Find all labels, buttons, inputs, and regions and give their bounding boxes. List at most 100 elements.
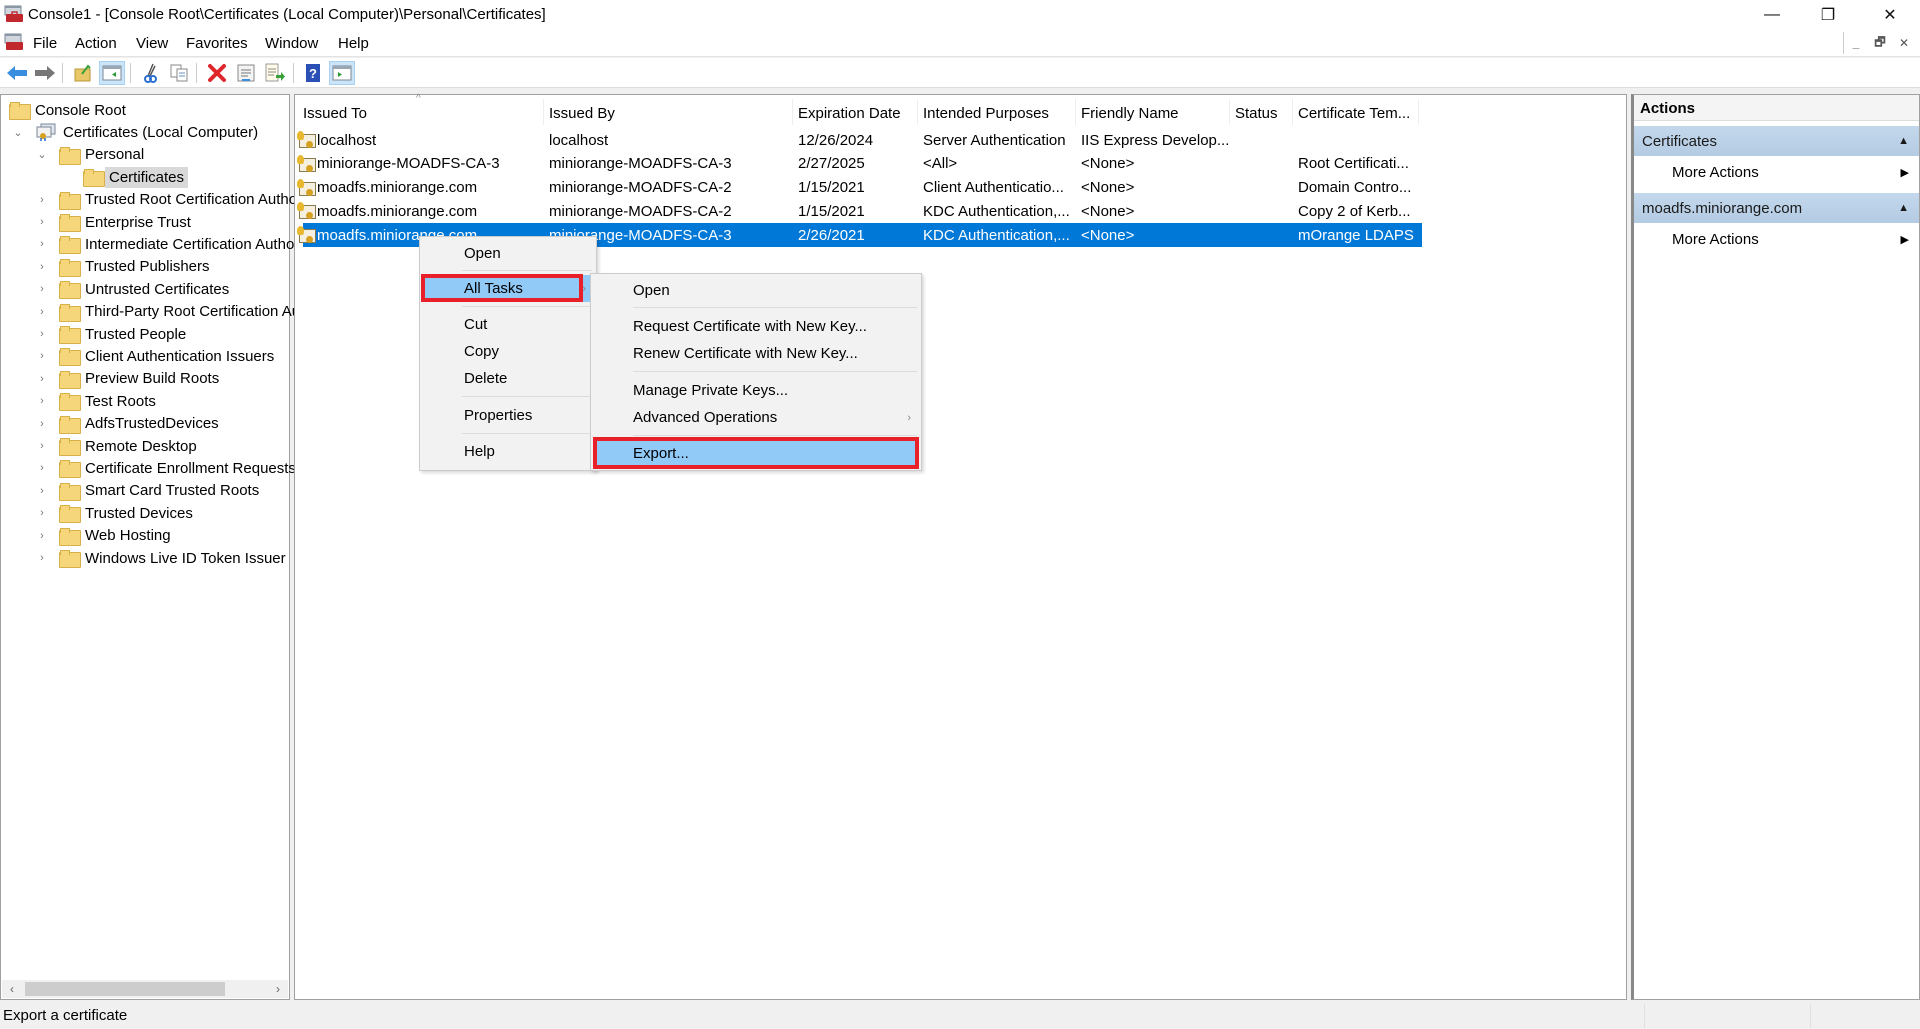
chevron-right-icon[interactable]: ›	[35, 283, 49, 295]
ctx-help[interactable]: Help	[422, 438, 594, 465]
tree-item[interactable]: › Trusted Root Certification Autho	[35, 189, 297, 211]
show-hide-console-tree-button[interactable]	[99, 61, 125, 85]
chevron-right-icon[interactable]: ›	[35, 328, 49, 340]
sub-advanced-operations[interactable]: Advanced Operations ›	[593, 404, 919, 431]
certificate-row[interactable]: localhost localhost 12/26/2024 Server Authe…	[297, 128, 1422, 152]
console-system-menu-icon[interactable]	[4, 33, 24, 51]
up-one-level-button[interactable]	[70, 61, 96, 85]
scroll-right-arrow[interactable]: ›	[268, 980, 288, 998]
sub-renew-cert-new-key[interactable]: Renew Certificate with New Key...	[593, 340, 919, 367]
child-restore-button[interactable]: 🗗	[1868, 32, 1892, 54]
actions-group-selected-cert[interactable]: moadfs.miniorange.com ▲	[1634, 193, 1919, 223]
column-header[interactable]: Intended Purposes	[923, 101, 1049, 125]
certificate-row[interactable]: moadfs.miniorange.com miniorange-MOADFS-C…	[297, 176, 1422, 200]
chevron-right-icon[interactable]: ›	[35, 507, 49, 519]
chevron-right-icon[interactable]: ›	[35, 373, 49, 385]
delete-button[interactable]	[204, 61, 230, 85]
chevron-right-icon[interactable]: ›	[35, 216, 49, 228]
chevron-right-icon[interactable]: ›	[35, 306, 49, 318]
tree-item[interactable]: › Third-Party Root Certification Au	[35, 301, 300, 323]
tree-item[interactable]: Console Root	[9, 99, 126, 121]
ctx-cut[interactable]: Cut	[422, 311, 594, 338]
certificate-row[interactable]: miniorange-MOADFS-CA-3 miniorange-MOADFS-…	[297, 152, 1422, 176]
ctx-delete[interactable]: Delete	[422, 365, 594, 392]
column-resize-handle[interactable]	[1292, 99, 1293, 125]
tree-item[interactable]: › Trusted People	[35, 323, 186, 345]
menu-favorites[interactable]: Favorites	[186, 35, 248, 52]
column-resize-handle[interactable]	[1418, 99, 1419, 125]
tree-item[interactable]: › Remote Desktop	[35, 435, 197, 457]
sub-request-cert-new-key[interactable]: Request Certificate with New Key...	[593, 313, 919, 340]
tree-item[interactable]: › Smart Card Trusted Roots	[35, 480, 259, 502]
tree-item[interactable]: › Web Hosting	[35, 525, 171, 547]
chevron-down-icon[interactable]: ⌄	[11, 126, 25, 139]
chevron-down-icon[interactable]: ⌄	[35, 148, 49, 161]
chevron-right-icon[interactable]: ›	[35, 395, 49, 407]
chevron-right-icon[interactable]: ›	[35, 238, 49, 250]
restore-button[interactable]: ❐	[1800, 0, 1856, 30]
column-header[interactable]: Issued To	[303, 101, 367, 125]
menu-help[interactable]: Help	[338, 35, 369, 52]
show-hide-action-pane-button[interactable]	[329, 61, 355, 85]
column-resize-handle[interactable]	[917, 99, 918, 125]
ctx-copy[interactable]: Copy	[422, 338, 594, 365]
menu-view[interactable]: View	[136, 35, 168, 52]
back-button[interactable]	[4, 61, 30, 85]
chevron-right-icon[interactable]: ›	[35, 485, 49, 497]
chevron-right-icon[interactable]: ›	[35, 462, 49, 474]
tree-item[interactable]: › Client Authentication Issuers	[35, 345, 274, 367]
copy-button[interactable]	[166, 61, 192, 85]
child-minimize-button[interactable]: _	[1844, 32, 1868, 54]
column-header[interactable]: Expiration Date	[798, 101, 901, 125]
tree-item[interactable]: › Windows Live ID Token Issuer	[35, 547, 286, 569]
tree-item[interactable]: › AdfsTrustedDevices	[35, 413, 219, 435]
scroll-left-arrow[interactable]: ‹	[2, 980, 22, 998]
tree-item[interactable]: › Preview Build Roots	[35, 368, 219, 390]
minimize-button[interactable]: —	[1744, 0, 1800, 30]
cut-button[interactable]	[138, 61, 164, 85]
tree-item[interactable]: › Untrusted Certificates	[35, 278, 229, 300]
chevron-right-icon[interactable]: ›	[35, 552, 49, 564]
chevron-right-icon[interactable]: ›	[35, 350, 49, 362]
chevron-right-icon[interactable]: ›	[35, 418, 49, 430]
column-resize-handle[interactable]	[543, 99, 544, 125]
column-resize-handle[interactable]	[1075, 99, 1076, 125]
tree-item[interactable]: ⌄ Personal	[35, 144, 144, 166]
scrollbar-thumb[interactable]	[25, 982, 225, 996]
chevron-right-icon[interactable]: ›	[35, 530, 49, 542]
ctx-all-tasks[interactable]: All Tasks ›	[422, 275, 594, 302]
ctx-open[interactable]: Open	[422, 240, 594, 267]
sub-open[interactable]: Open	[593, 277, 919, 304]
certificate-row[interactable]: moadfs.miniorange.com miniorange-MOADFS-C…	[297, 199, 1422, 223]
tree-item[interactable]: ⌄ Certificates (Local Computer)	[11, 121, 258, 143]
chevron-right-icon[interactable]: ›	[35, 194, 49, 206]
actions-group-certificates[interactable]: Certificates ▲	[1634, 126, 1919, 156]
tree-item[interactable]: › Test Roots	[35, 390, 156, 412]
column-resize-handle[interactable]	[792, 99, 793, 125]
tree-item[interactable]: › Trusted Publishers	[35, 256, 210, 278]
sub-manage-private-keys[interactable]: Manage Private Keys...	[593, 377, 919, 404]
help-button[interactable]: ?	[300, 61, 326, 85]
menu-action[interactable]: Action	[75, 35, 117, 52]
chevron-right-icon[interactable]: ›	[35, 261, 49, 273]
child-close-button[interactable]: ✕	[1892, 32, 1916, 54]
collapse-icon[interactable]: ▲	[1898, 135, 1909, 147]
close-button[interactable]: ✕	[1862, 0, 1918, 30]
more-actions-selected-cert[interactable]: More Actions ▶	[1634, 224, 1919, 254]
menu-window[interactable]: Window	[265, 35, 318, 52]
properties-button[interactable]	[233, 61, 259, 85]
tree-item[interactable]: › Enterprise Trust	[35, 211, 191, 233]
chevron-right-icon[interactable]: ›	[35, 440, 49, 452]
tree-item[interactable]: › Certificate Enrollment Requests	[35, 457, 296, 479]
column-header[interactable]: Issued By	[549, 101, 615, 125]
tree-item[interactable]: › Intermediate Certification Autho	[35, 233, 294, 255]
column-resize-handle[interactable]	[1229, 99, 1230, 125]
ctx-properties[interactable]: Properties	[422, 402, 594, 429]
export-list-button[interactable]	[262, 61, 288, 85]
column-header[interactable]: Status	[1235, 101, 1278, 125]
column-header[interactable]: Friendly Name	[1081, 101, 1179, 125]
tree-horizontal-scrollbar[interactable]: ‹ ›	[2, 980, 288, 998]
menu-file[interactable]: File	[33, 35, 57, 52]
tree-item[interactable]: Certificates	[59, 166, 189, 188]
column-header[interactable]: Certificate Tem...	[1298, 101, 1410, 125]
